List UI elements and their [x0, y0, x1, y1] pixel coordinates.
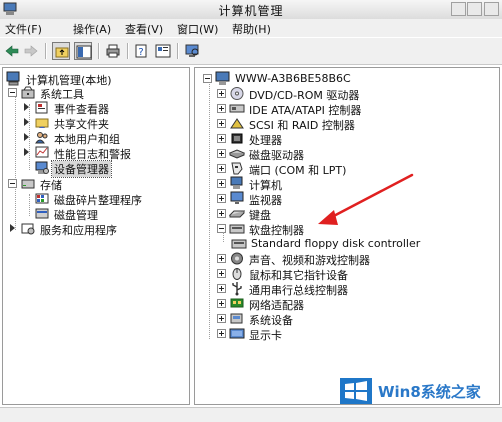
- annotation-arrow: [318, 173, 414, 225]
- status-bar: [0, 407, 502, 422]
- windows-logo-icon: [340, 378, 372, 404]
- watermark-text: Win8系统之家: [378, 383, 481, 401]
- watermark: Win8系统之家: [338, 376, 500, 406]
